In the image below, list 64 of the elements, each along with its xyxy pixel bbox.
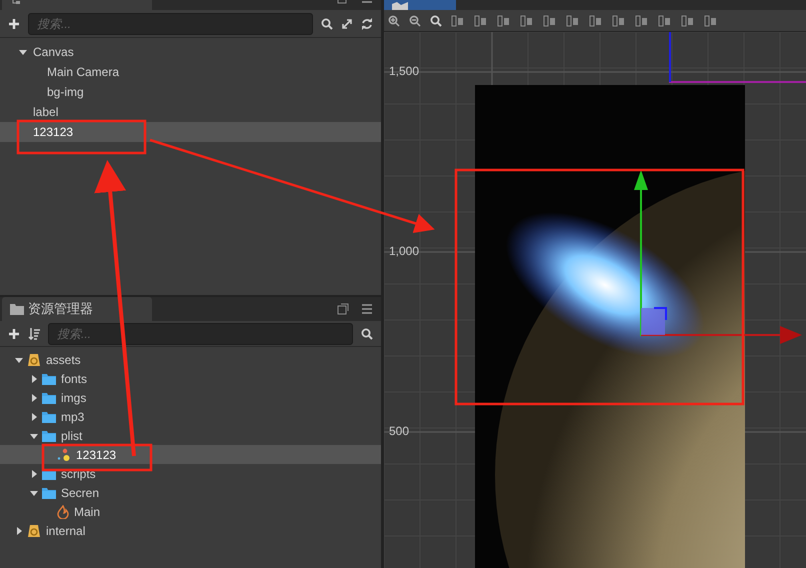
tree-item[interactable]: internal [0,521,381,540]
align-icon [543,14,557,26]
sort-icon [28,328,40,340]
tree-item[interactable]: plist [0,426,381,445]
particle-icon [57,448,71,462]
tree-item[interactable]: assets [0,350,381,369]
zoom-in-icon [388,14,400,26]
database-icon [27,524,41,538]
folder-icon [42,410,56,422]
tree-item[interactable]: Canvas [0,42,381,62]
search-icon [321,18,333,30]
align-icon [520,14,534,26]
tree-item[interactable]: 123123 [0,122,381,142]
align-icon [635,14,649,26]
panel-tab[interactable] [384,0,456,10]
align-icon [589,14,603,26]
folder-icon [42,392,56,404]
tree-item[interactable]: mp3 [0,407,381,426]
popout-icon [337,303,349,315]
collapse-arrow-icon [30,488,38,496]
align-icon [681,14,695,26]
align-icon [566,14,580,26]
align-icon [704,14,718,26]
folder-icon [42,486,56,498]
flame-icon [57,504,69,518]
collapse-arrow-icon [19,48,27,56]
collapse-arrow-icon [15,356,23,364]
tree-item[interactable]: Main Camera [0,62,381,82]
refresh-icon [361,18,373,30]
panel-tab[interactable]: 资源管理器 [2,297,152,321]
tree-item[interactable]: bg-img [0,82,381,102]
folder-icon [10,303,24,315]
tree-item[interactable]: Main [0,502,381,521]
zoom-reset-icon [430,14,442,26]
search-field[interactable]: 搜索... [48,322,353,344]
align-icon [658,14,672,26]
tree-item[interactable]: Secren [0,483,381,502]
ruler-label: 500 [389,423,410,440]
menu-icon [361,303,373,315]
collapse-arrow-icon [30,432,38,440]
search-field[interactable]: 搜索... [28,12,313,34]
align-icon [474,14,488,26]
expand-arrow-icon [30,470,38,478]
search-icon [361,328,373,340]
align-icon [451,14,465,26]
align-icon [497,14,511,26]
add-icon [8,18,20,30]
folder-icon [42,430,56,442]
expand-arrow-icon [15,526,23,534]
expand-arrow-icon [30,394,38,402]
add-icon [8,328,20,340]
folder-icon [42,372,56,384]
expand-icon [341,18,353,30]
tree-item[interactable]: 123123 [0,445,381,464]
tree-item[interactable]: label [0,102,381,122]
expand-arrow-icon [30,374,38,382]
tree-item[interactable]: fonts [0,369,381,388]
expand-arrow-icon [30,412,38,420]
zoom-out-icon [409,14,421,26]
tree-item[interactable]: imgs [0,388,381,407]
ruler-label: 1,000 [389,243,420,260]
database-icon [27,352,41,366]
ruler-label: 1,500 [389,63,420,80]
align-icon [612,14,626,26]
